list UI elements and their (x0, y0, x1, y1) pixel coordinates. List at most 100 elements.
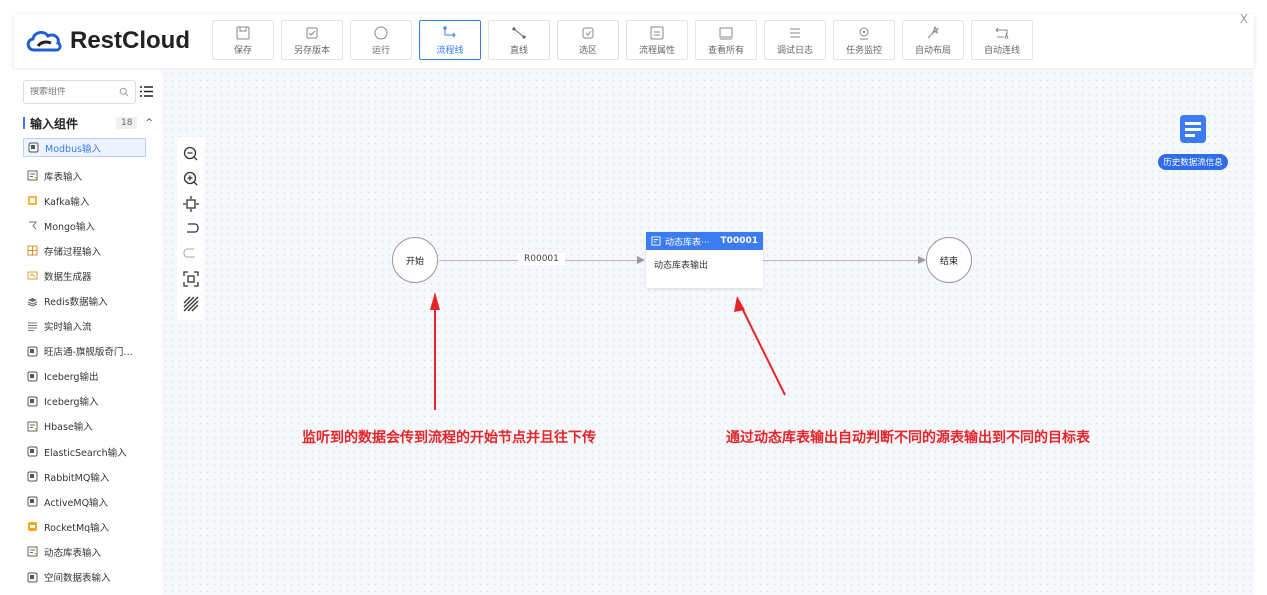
debug-log-icon (790, 28, 800, 37)
group-header-input[interactable]: 输入组件 18 ^ (23, 114, 153, 132)
edge-label[interactable]: R00001 (518, 253, 565, 265)
item-label: ElasticSearch输入 (44, 447, 127, 459)
actual-size-icon[interactable] (182, 270, 200, 288)
table-icon (27, 546, 38, 557)
cloud-logo-icon (26, 30, 62, 52)
item-label: 库表输入 (44, 171, 83, 183)
item-label: Mongo输入 (44, 221, 95, 233)
list-item[interactable]: Modbus输入 (23, 138, 146, 157)
auto-layout-button[interactable]: 自动布局 (902, 20, 964, 60)
task-monitor-button[interactable]: 任务监控 (833, 20, 895, 60)
list-item[interactable]: Kafka输入 (23, 188, 146, 213)
component-sidebar: 输入组件 18 ^ Modbus输入 库表输入 Kafka输入 Mongo输入 (14, 70, 160, 595)
arrowhead (918, 256, 926, 264)
grid-toggle-icon[interactable] (182, 295, 200, 313)
procedure-icon (27, 245, 38, 256)
component-icon (27, 396, 38, 407)
end-node[interactable]: 结束 (926, 237, 972, 283)
list-item[interactable]: 动态库表输入 (23, 539, 146, 564)
list-item[interactable]: 空间数据表输入 (23, 565, 146, 590)
item-label: 动态库表输入 (44, 547, 102, 559)
annotation-note-left: 监听到的数据会传到流程的开始节点并且往下传 (302, 430, 596, 446)
component-icon (27, 572, 38, 583)
list-item[interactable]: RocketMq输入 (23, 514, 146, 539)
table-icon (27, 170, 38, 181)
item-label: 空间数据表输入 (44, 573, 111, 585)
component-icon (27, 446, 38, 457)
task-node-dynamic-table-output[interactable]: 动态库表··· T00001 动态库表输出 (646, 232, 763, 288)
save-version-icon (306, 27, 318, 38)
group-accent-bar (23, 117, 25, 129)
save-icon (236, 26, 250, 39)
view-all-button[interactable]: 查看所有 (695, 20, 757, 60)
straight-line-button[interactable]: 直线 (488, 20, 550, 60)
list-item[interactable]: ElasticSearch输入 (23, 439, 146, 464)
stream-icon (28, 322, 37, 331)
rocketmq-icon (28, 522, 37, 532)
list-item[interactable]: 存储过程输入 (23, 238, 146, 263)
undo-icon[interactable] (182, 220, 200, 238)
list-item[interactable]: Mongo输入 (23, 213, 146, 238)
select-area-label: 选区 (578, 45, 597, 56)
item-label: 数据生成器 (44, 271, 92, 283)
task-node-id: T00001 (720, 236, 758, 246)
list-item[interactable]: ActiveMQ输入 (23, 489, 146, 514)
close-button[interactable]: X (1240, 12, 1248, 26)
annotation-arrows (430, 292, 786, 410)
history-data-label: 历史数据流信息 (1158, 154, 1228, 170)
view-all-icon (719, 27, 733, 39)
logo-text: RestCloud (70, 27, 190, 54)
list-item[interactable]: Iceberg输出 (23, 364, 146, 389)
arrowhead-left (430, 292, 440, 310)
edge-task-to-end[interactable] (763, 260, 918, 261)
save-version-label: 另存版本 (293, 45, 330, 56)
history-data-icon (1180, 115, 1206, 143)
list-item[interactable]: RabbitMQ输入 (23, 464, 146, 489)
chevron-up-icon[interactable]: ^ (145, 118, 153, 128)
zoom-in-icon[interactable] (182, 170, 200, 188)
arrowhead-right (734, 296, 745, 312)
run-button[interactable]: 运行 (350, 20, 412, 60)
save-version-button[interactable]: 另存版本 (281, 20, 343, 60)
run-icon (374, 26, 388, 39)
save-button[interactable]: 保存 (212, 20, 274, 60)
start-node[interactable]: 开始 (392, 237, 438, 283)
list-item[interactable]: 旺店通-旗舰版奇门… (23, 339, 146, 364)
list-item[interactable]: 数据生成器 (23, 263, 146, 288)
generator-icon (27, 271, 38, 280)
list-item[interactable]: Hbase输入 (23, 414, 146, 439)
auto-layout-icon (927, 25, 940, 38)
component-icon (27, 346, 38, 357)
list-item[interactable]: Redis数据输入 (23, 288, 146, 313)
view-all-label: 查看所有 (707, 45, 744, 56)
select-area-button[interactable]: 选区 (557, 20, 619, 60)
search-icon[interactable] (119, 87, 129, 97)
flow-canvas[interactable]: 历史数据流信息 R00001 开始 结束 动态库表··· T00001 动态库表… (162, 70, 1254, 595)
list-item[interactable]: 库表输入 (23, 163, 146, 188)
search-input[interactable] (30, 87, 118, 97)
flow-line-button[interactable]: 流程线 (419, 20, 481, 60)
flow-properties-button[interactable]: 流程属性 (626, 20, 688, 60)
auto-connect-button[interactable]: 自动连线 (971, 20, 1033, 60)
group-title: 输入组件 (30, 116, 79, 131)
list-item[interactable]: Iceberg输入 (23, 389, 146, 414)
redo-icon[interactable] (182, 245, 200, 263)
fit-view-icon[interactable] (182, 195, 200, 213)
task-node-header: 动态库表··· T00001 (646, 232, 763, 250)
annotation-note-right: 通过动态库表输出自动判断不同的源表输出到不同的目标表 (726, 430, 1090, 446)
search-box[interactable] (23, 80, 136, 104)
component-icon (27, 471, 38, 482)
flow-line-icon (443, 25, 456, 37)
auto-connect-icon (995, 27, 1009, 39)
mongo-icon (29, 221, 37, 230)
component-icon (27, 371, 38, 382)
component-list: Modbus输入 库表输入 Kafka输入 Mongo输入 存储过程输入 数据生… (23, 138, 146, 590)
item-label: Hbase输入 (44, 422, 93, 434)
history-data-button[interactable]: 历史数据流信息 (1149, 112, 1237, 170)
list-view-icon[interactable] (139, 84, 154, 99)
list-item[interactable]: 实时输入流 (23, 314, 146, 339)
debug-log-button[interactable]: 调试日志 (764, 20, 826, 60)
zoom-out-icon[interactable] (182, 145, 200, 163)
save-label: 保存 (233, 45, 252, 56)
item-label: 实时输入流 (44, 322, 92, 334)
